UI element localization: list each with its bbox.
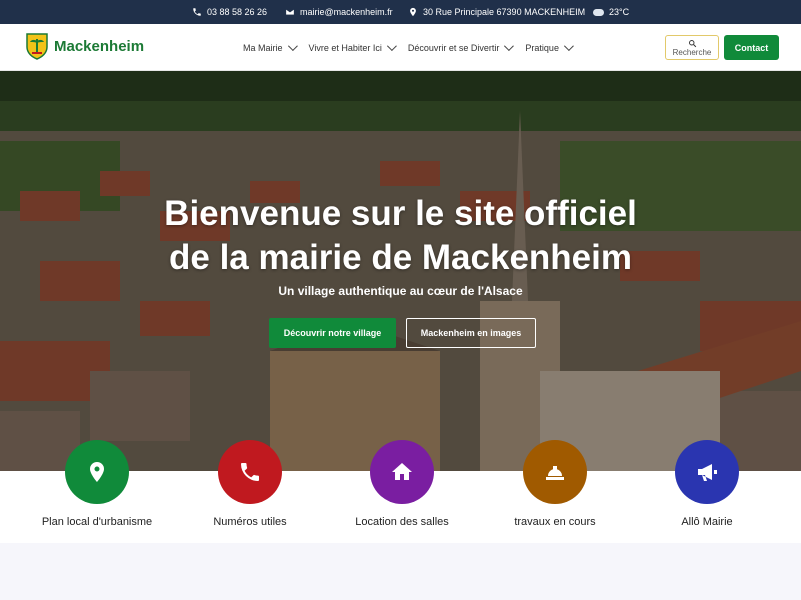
phone-icon (193, 8, 201, 16)
quick-link-circle (370, 440, 434, 504)
site-name: Mackenheim (54, 38, 145, 55)
quick-link-label: Allô Mairie (681, 516, 733, 528)
map-pin-icon (90, 462, 104, 482)
images-button[interactable]: Mackenheim en images (406, 318, 536, 348)
topbar-email[interactable]: mairie@mackenheim.fr (285, 0, 393, 24)
house-icon (392, 463, 412, 480)
search-label: Recherche (672, 47, 712, 57)
chevron-down-icon (287, 41, 298, 52)
coat-of-arms-icon (26, 33, 48, 60)
envelope-icon (285, 8, 295, 16)
contact-button[interactable]: Contact (724, 35, 779, 60)
address-text: 30 Rue Principale 67390 MACKENHEIM (423, 7, 586, 17)
nav-vivre-habiter[interactable]: Vivre et Habiter Ici (308, 41, 397, 53)
quick-link-circle (65, 440, 129, 504)
nav-label: Ma Mairie (243, 42, 283, 53)
hero-title-line1: Bienvenue sur le site officiel (164, 194, 637, 233)
search-icon (688, 39, 696, 47)
hero-title: Bienvenue sur le site officiel de la mai… (0, 192, 801, 280)
quick-link-circle (675, 440, 739, 504)
quick-link-label: travaux en cours (514, 516, 596, 528)
main-nav: Ma Mairie Vivre et Habiter Ici Découvrir… (243, 24, 574, 71)
discover-village-button[interactable]: Découvrir notre village (269, 318, 396, 348)
quick-link-travaux[interactable]: travaux en cours (485, 440, 625, 528)
quick-link-circle (523, 440, 587, 504)
chevron-down-icon (563, 41, 574, 52)
nav-label: Découvrir et se Divertir (407, 42, 500, 53)
site-header: Mackenheim Ma Mairie Vivre et Habiter Ic… (0, 24, 801, 71)
location-pin-icon (410, 7, 416, 17)
phone-number: 03 88 58 26 26 (207, 7, 268, 17)
cloud-icon (593, 8, 604, 16)
chevron-down-icon (386, 41, 397, 52)
quick-link-urbanisme[interactable]: Plan local d'urbanisme (27, 440, 167, 528)
topbar-phone[interactable]: 03 88 58 26 26 (192, 0, 267, 24)
hard-hat-icon (546, 466, 564, 480)
email-address: mairie@mackenheim.fr (300, 7, 393, 17)
topbar-weather: 23°C (593, 0, 629, 24)
page-lower-section (0, 543, 801, 600)
phone-icon (241, 463, 259, 481)
nav-label: Pratique (525, 42, 559, 53)
quick-link-numeros[interactable]: Numéros utiles (180, 440, 320, 528)
nav-decouvrir[interactable]: Découvrir et se Divertir (407, 41, 515, 53)
quick-link-salles[interactable]: Location des salles (332, 440, 472, 528)
quick-link-label: Numéros utiles (213, 516, 287, 528)
quick-links: Plan local d'urbanisme Numéros utiles Lo… (0, 440, 801, 543)
quick-link-circle (218, 440, 282, 504)
quick-link-allo-mairie[interactable]: Allô Mairie (637, 440, 777, 528)
temperature: 23°C (609, 7, 630, 17)
nav-pratique[interactable]: Pratique (525, 41, 574, 53)
chevron-down-icon (504, 41, 515, 52)
megaphone-icon (698, 464, 717, 481)
hero-subtitle: Un village authentique au cœur de l'Alsa… (278, 284, 523, 298)
hero-title-line2: de la mairie de Mackenheim (169, 238, 632, 277)
nav-label: Vivre et Habiter Ici (308, 42, 382, 53)
site-logo[interactable]: Mackenheim (26, 33, 144, 60)
top-info-bar: 03 88 58 26 26 mairie@mackenheim.fr 30 R… (0, 0, 801, 24)
hero-section: Bienvenue sur le site officiel de la mai… (0, 71, 801, 471)
quick-link-label: Plan local d'urbanisme (41, 516, 153, 528)
topbar-address[interactable]: 30 Rue Principale 67390 MACKENHEIM (408, 0, 585, 24)
search-button[interactable]: Recherche (665, 35, 719, 60)
nav-ma-mairie[interactable]: Ma Mairie (243, 41, 298, 53)
quick-link-label: Location des salles (355, 516, 449, 528)
